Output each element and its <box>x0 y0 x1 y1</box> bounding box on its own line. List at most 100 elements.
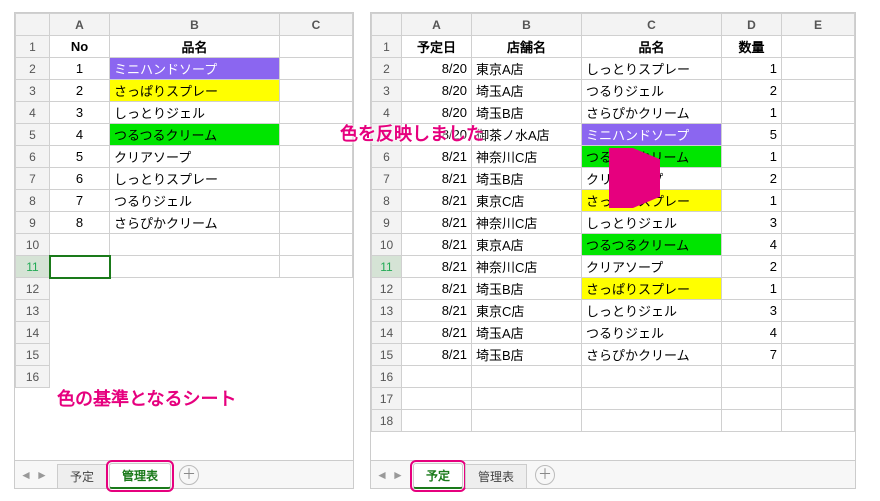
sheet-tab-kanri[interactable]: 管理表 <box>465 464 527 488</box>
cell[interactable] <box>472 366 582 388</box>
cell[interactable] <box>472 410 582 432</box>
cell-product[interactable]: つるつるクリーム <box>582 146 722 168</box>
col-header-A[interactable]: A <box>402 14 472 36</box>
cell[interactable] <box>782 410 855 432</box>
tab-nav-prev-icon[interactable]: ◄ <box>19 468 33 482</box>
header-store[interactable]: 店舗名 <box>472 36 582 58</box>
row-header[interactable]: 11 <box>372 256 402 278</box>
cell-store[interactable]: 埼玉B店 <box>472 102 582 124</box>
cell[interactable] <box>782 102 855 124</box>
row-header[interactable]: 7 <box>16 168 50 190</box>
tab-nav-arrows[interactable]: ◄ ► <box>19 468 49 482</box>
cell-date[interactable]: 8/21 <box>402 278 472 300</box>
col-header-B[interactable]: B <box>472 14 582 36</box>
cell-product[interactable]: しっとりスプレー <box>582 58 722 80</box>
cell-date[interactable]: 8/21 <box>402 168 472 190</box>
cell[interactable] <box>280 146 353 168</box>
row-header[interactable]: 16 <box>16 366 50 388</box>
cell-product[interactable]: つるりジェル <box>582 322 722 344</box>
cell-date[interactable]: 8/20 <box>402 124 472 146</box>
active-cell[interactable] <box>50 256 110 278</box>
row-header[interactable]: 5 <box>16 124 50 146</box>
cell[interactable] <box>722 366 782 388</box>
row-header[interactable]: 5 <box>372 124 402 146</box>
cell-product[interactable]: しっとりジェル <box>582 212 722 234</box>
row-header[interactable]: 7 <box>372 168 402 190</box>
cell-store[interactable]: 東京A店 <box>472 234 582 256</box>
cell-product[interactable]: ミニハンドソープ <box>582 124 722 146</box>
cell-product[interactable]: さっぱりスプレー <box>110 80 280 102</box>
cell[interactable] <box>472 388 582 410</box>
col-header-E[interactable]: E <box>782 14 855 36</box>
cell[interactable] <box>782 124 855 146</box>
cell-date[interactable]: 8/21 <box>402 190 472 212</box>
header-product[interactable]: 品名 <box>582 36 722 58</box>
cell-store[interactable]: 神奈川C店 <box>472 256 582 278</box>
cell-store[interactable]: 御茶ノ水A店 <box>472 124 582 146</box>
cell-date[interactable]: 8/21 <box>402 300 472 322</box>
cell-product[interactable]: さらぴかクリーム <box>582 102 722 124</box>
cell-product[interactable]: さらぴかクリーム <box>110 212 280 234</box>
cell-product[interactable]: さっぱりスプレー <box>582 190 722 212</box>
cell-qty[interactable]: 1 <box>722 190 782 212</box>
cell-date[interactable]: 8/20 <box>402 80 472 102</box>
cell[interactable] <box>582 410 722 432</box>
add-sheet-button[interactable]: ＋ <box>535 465 555 485</box>
cell[interactable] <box>782 256 855 278</box>
cell-date[interactable]: 8/20 <box>402 102 472 124</box>
row-header[interactable]: 8 <box>16 190 50 212</box>
cell[interactable] <box>280 190 353 212</box>
header-no[interactable]: No <box>50 36 110 58</box>
row-header[interactable]: 2 <box>372 58 402 80</box>
cell-qty[interactable]: 7 <box>722 344 782 366</box>
cell-store[interactable]: 埼玉B店 <box>472 278 582 300</box>
cell[interactable] <box>280 168 353 190</box>
cell-no[interactable]: 4 <box>50 124 110 146</box>
cell[interactable] <box>280 58 353 80</box>
cell-no[interactable]: 8 <box>50 212 110 234</box>
cell-product[interactable]: しっとりジェル <box>582 300 722 322</box>
row-header[interactable]: 9 <box>372 212 402 234</box>
tab-nav-next-icon[interactable]: ► <box>391 468 405 482</box>
cell[interactable] <box>280 36 353 58</box>
cell[interactable] <box>782 58 855 80</box>
cell-product[interactable]: しっとりスプレー <box>110 168 280 190</box>
col-header-D[interactable]: D <box>722 14 782 36</box>
cell-store[interactable]: 埼玉A店 <box>472 80 582 102</box>
cell[interactable] <box>582 388 722 410</box>
cell-qty[interactable]: 3 <box>722 300 782 322</box>
cell-product[interactable]: クリアソープ <box>582 168 722 190</box>
row-header[interactable]: 18 <box>372 410 402 432</box>
row-header[interactable]: 4 <box>372 102 402 124</box>
cell[interactable] <box>782 146 855 168</box>
cell-product[interactable]: クリアソープ <box>110 146 280 168</box>
cell[interactable] <box>782 322 855 344</box>
tab-nav-next-icon[interactable]: ► <box>35 468 49 482</box>
cell-date[interactable]: 8/21 <box>402 146 472 168</box>
cell[interactable] <box>782 300 855 322</box>
cell-product[interactable]: クリアソープ <box>582 256 722 278</box>
header-name[interactable]: 品名 <box>110 36 280 58</box>
row-header[interactable]: 15 <box>16 344 50 366</box>
cell-product[interactable]: さっぱりスプレー <box>582 278 722 300</box>
row-header[interactable]: 1 <box>372 36 402 58</box>
row-header[interactable]: 15 <box>372 344 402 366</box>
cell-qty[interactable]: 5 <box>722 124 782 146</box>
row-header[interactable]: 14 <box>372 322 402 344</box>
cell-qty[interactable]: 2 <box>722 256 782 278</box>
cell-store[interactable]: 埼玉B店 <box>472 168 582 190</box>
row-header[interactable]: 10 <box>372 234 402 256</box>
cell[interactable] <box>782 234 855 256</box>
cell-qty[interactable]: 3 <box>722 212 782 234</box>
cell-store[interactable]: 東京A店 <box>472 58 582 80</box>
cell[interactable] <box>782 36 855 58</box>
cell[interactable] <box>280 80 353 102</box>
cell-store[interactable]: 埼玉A店 <box>472 322 582 344</box>
cell[interactable] <box>782 190 855 212</box>
cell-date[interactable]: 8/21 <box>402 234 472 256</box>
cell-date[interactable]: 8/20 <box>402 58 472 80</box>
cell-no[interactable]: 6 <box>50 168 110 190</box>
cell[interactable] <box>722 410 782 432</box>
cell-qty[interactable]: 1 <box>722 146 782 168</box>
row-header[interactable]: 3 <box>372 80 402 102</box>
